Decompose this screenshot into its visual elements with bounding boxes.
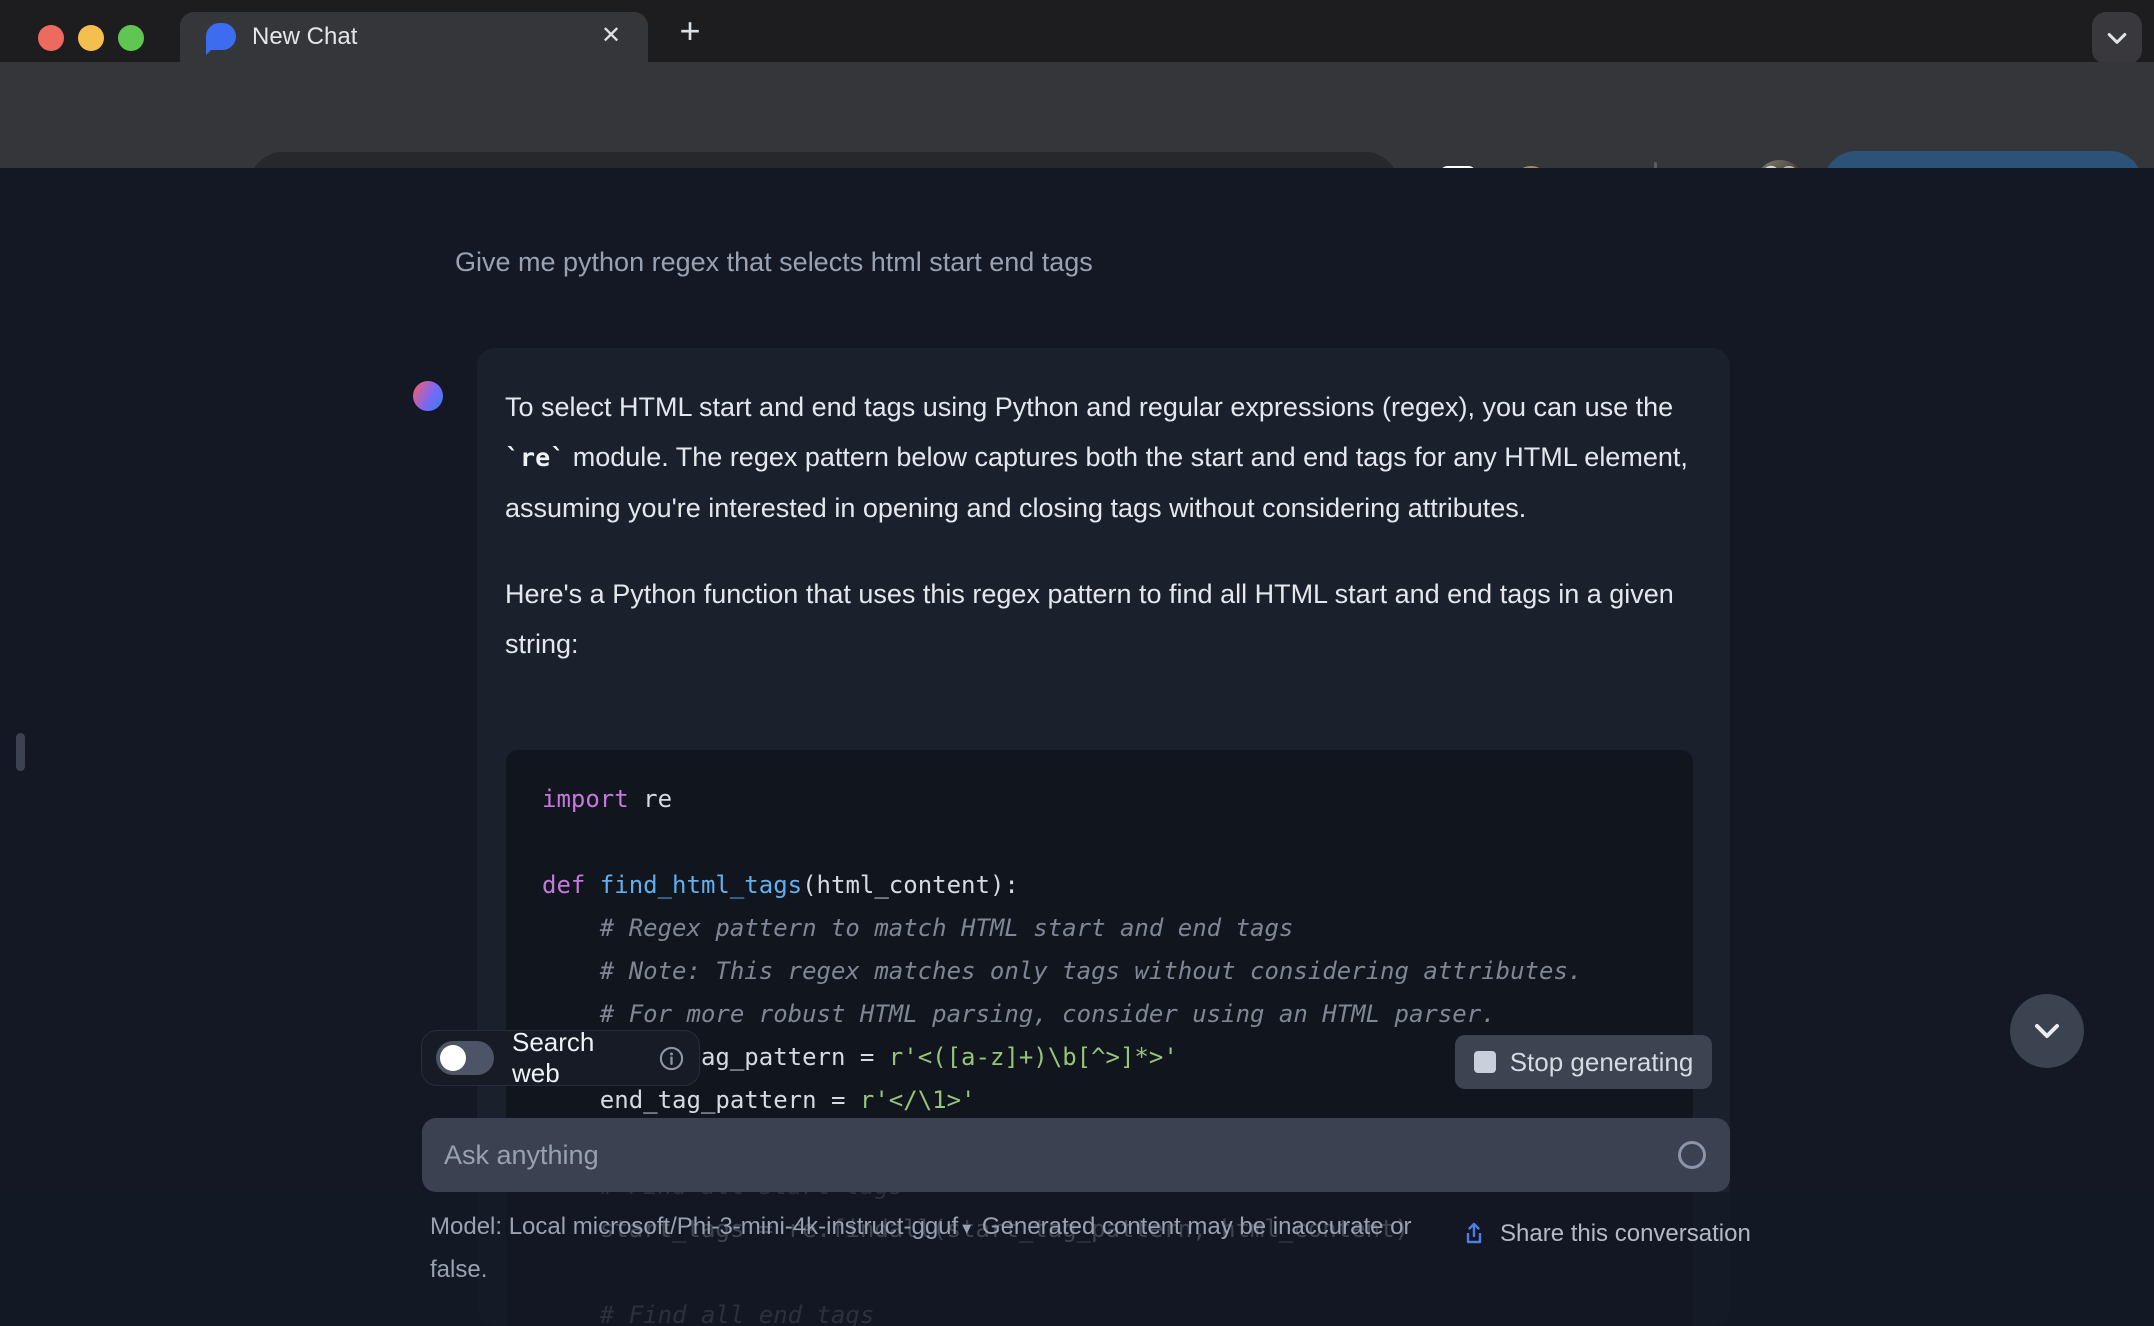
tab-close-icon[interactable]: ✕ [596,12,626,62]
stop-square-icon [1473,1051,1496,1073]
assistant-paragraph-1: To select HTML start and end tags using … [505,392,1688,523]
browser-toolbar: localhost:5173/conversation/665727c45da9… [0,62,2154,220]
inline-code-re: `re` [505,443,566,472]
new-tab-button[interactable]: + [666,8,714,56]
tab-search-button[interactable] [2092,12,2142,64]
message-input-wrap [422,1118,1730,1192]
user-message: Give me python regex that selects html s… [455,247,1093,277]
code-line: def find_html_tags(html_content): [542,871,1019,899]
info-icon[interactable] [658,1045,685,1072]
code-line: # Note: This regex matches only tags wit… [542,957,1583,985]
assistant-paragraph-2: Here's a Python function that uses this … [505,579,1674,659]
message-input[interactable] [422,1118,1730,1192]
page-content: Give me python regex that selects html s… [0,168,2154,1326]
tab-title: New Chat [252,23,358,50]
window-minimize-button[interactable] [78,25,104,51]
model-disclaimer: Model: Local microsoft/Phi-3-mini-4k-ins… [430,1213,1412,1283]
chevron-down-icon [2107,32,2127,44]
code-line: # Regex pattern to match HTML start and … [542,914,1294,942]
sidebar-drag-handle[interactable] [16,733,25,771]
search-web-toggle-group: Search web [421,1027,700,1088]
window-close-button[interactable] [38,25,64,51]
tab-strip: New Chat ✕ + [0,0,2154,64]
model-selector[interactable]: microsoft/Phi-3-mini-4k-instruct-gguf ▾ [573,1213,975,1240]
scroll-to-bottom-button[interactable] [2010,994,2084,1068]
stop-generating-label: Stop generating [1509,1046,1694,1077]
chevron-down-icon [2035,1024,2059,1038]
code-line: import re [542,785,673,813]
window-fullscreen-button[interactable] [118,25,144,51]
stop-generating-button[interactable]: Stop generating [1455,1035,1712,1089]
share-upload-icon [1466,1222,1482,1244]
generating-spinner-icon [1678,1141,1706,1169]
browser-tab-new-chat[interactable]: New Chat ✕ [180,12,648,62]
model-dropdown-caret-icon[interactable]: ▾ [958,1218,975,1238]
search-web-toggle[interactable] [436,1041,494,1075]
share-conversation-link[interactable]: Share this conversation [1460,1220,1751,1248]
share-label: Share this conversation [1500,1220,1751,1247]
code-line: # For more robust HTML parsing, consider… [542,1000,1496,1028]
chat-bubble-favicon-icon [206,23,236,55]
search-web-label: Search web [512,1027,595,1088]
assistant-avatar-dot [413,381,443,411]
